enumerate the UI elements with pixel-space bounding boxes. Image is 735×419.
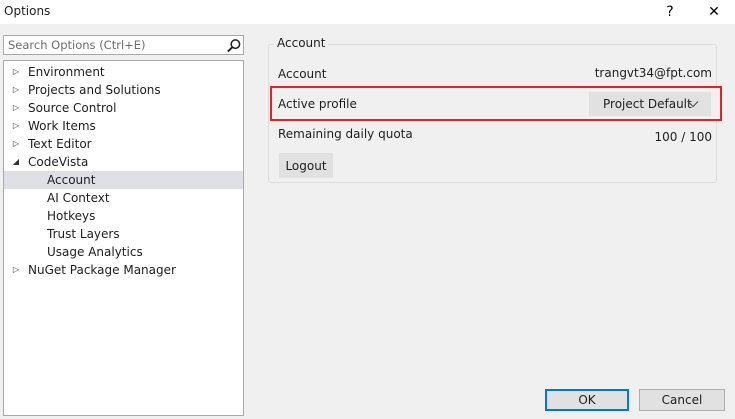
tree-item-trust-layers[interactable]: Trust Layers: [4, 225, 243, 243]
expand-arrow-icon[interactable]: ▷: [10, 99, 22, 117]
active-profile-label: Active profile: [278, 97, 357, 111]
tree-item-hotkeys[interactable]: Hotkeys: [4, 207, 243, 225]
expand-arrow-icon[interactable]: ▷: [10, 135, 22, 153]
close-button[interactable]: ✕: [694, 0, 734, 24]
help-button[interactable]: ?: [650, 0, 690, 24]
ok-label: OK: [578, 393, 596, 407]
active-profile-dropdown[interactable]: Project Default: [589, 92, 711, 116]
tree-item-label: Account: [47, 173, 96, 187]
ok-button[interactable]: OK: [545, 389, 629, 411]
cancel-label: Cancel: [661, 393, 703, 407]
tree-item-label: Environment: [28, 65, 105, 79]
logout-button[interactable]: Logout: [279, 153, 333, 178]
search-input[interactable]: [4, 36, 222, 54]
expand-arrow-icon[interactable]: ▷: [10, 261, 22, 279]
tree-item-label: Work Items: [28, 119, 96, 133]
close-icon: ✕: [708, 4, 720, 20]
account-label: Account: [278, 67, 327, 81]
expand-arrow-icon[interactable]: ▷: [10, 63, 22, 81]
search-box: [3, 35, 244, 55]
logout-label: Logout: [285, 158, 327, 173]
tree-item-label: Hotkeys: [47, 209, 96, 223]
remaining-quota-label: Remaining daily quota: [278, 127, 413, 141]
active-profile-value: Project Default: [603, 97, 692, 111]
expand-arrow-icon[interactable]: ▷: [10, 81, 22, 99]
tree-item-label: Projects and Solutions: [28, 83, 161, 97]
search-icon[interactable]: [226, 38, 242, 53]
tree-item-label: Text Editor: [28, 137, 92, 151]
tree-item-label: AI Context: [47, 191, 110, 205]
remaining-quota-value: 100 / 100: [654, 130, 712, 144]
tree-item-label: CodeVista: [28, 155, 89, 169]
tree-item-ai-context[interactable]: AI Context: [4, 189, 243, 207]
tree-item-label: Source Control: [28, 101, 117, 115]
window-title: Options: [4, 4, 51, 18]
cancel-button[interactable]: Cancel: [639, 389, 725, 411]
options-tree: ▷ Environment ▷ Projects and Solutions ▷…: [3, 60, 244, 416]
group-title: Account: [274, 36, 329, 50]
title-bar: Options ? ✕: [0, 0, 735, 24]
collapse-arrow-icon[interactable]: ◢: [10, 153, 22, 171]
tree-item-projects-and-solutions[interactable]: ▷ Projects and Solutions: [4, 81, 243, 99]
help-icon: ?: [666, 4, 674, 20]
tree-item-usage-analytics[interactable]: Usage Analytics: [4, 243, 243, 261]
tree-item-label: NuGet Package Manager: [28, 263, 176, 277]
tree-item-account[interactable]: Account: [4, 171, 243, 189]
tree-item-label: Usage Analytics: [47, 245, 143, 259]
tree-item-environment[interactable]: ▷ Environment: [4, 63, 243, 81]
tree-item-text-editor[interactable]: ▷ Text Editor: [4, 135, 243, 153]
tree-item-work-items[interactable]: ▷ Work Items: [4, 117, 243, 135]
chevron-down-icon: [687, 101, 699, 108]
account-email: trangvt34@fpt.com: [594, 66, 712, 80]
tree-item-nuget-package-manager[interactable]: ▷ NuGet Package Manager: [4, 261, 243, 279]
expand-arrow-icon[interactable]: ▷: [10, 117, 22, 135]
tree-item-codevista[interactable]: ◢ CodeVista: [4, 153, 243, 171]
tree-item-label: Trust Layers: [47, 227, 120, 241]
tree-item-source-control[interactable]: ▷ Source Control: [4, 99, 243, 117]
